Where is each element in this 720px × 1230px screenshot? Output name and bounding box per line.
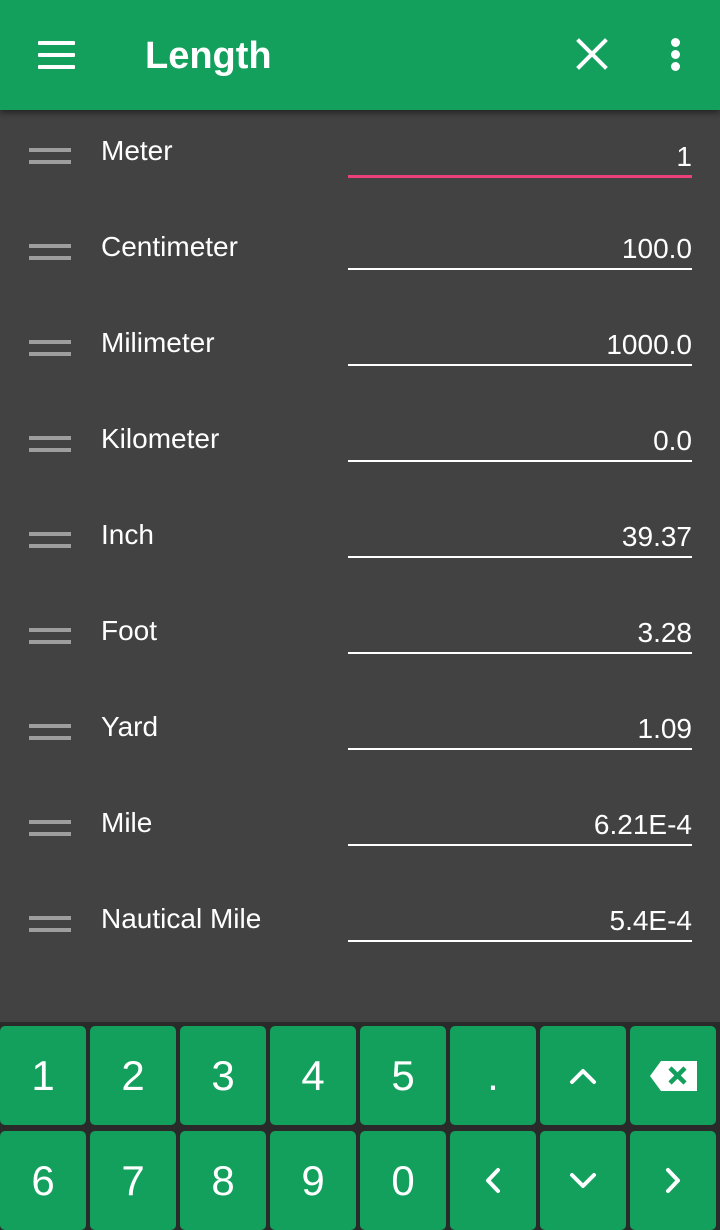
unit-row-milimeter: Milimeter <box>0 302 720 398</box>
unit-row-nautical-mile: Nautical Mile <box>0 878 720 974</box>
unit-label: Mile <box>101 807 153 838</box>
unit-value-field[interactable] <box>348 326 692 366</box>
key-4[interactable]: 4 <box>270 1026 356 1125</box>
key-5[interactable]: 5 <box>360 1026 446 1125</box>
drag-handle-icon[interactable] <box>29 532 71 552</box>
unit-value-field[interactable] <box>348 230 692 270</box>
unit-label: Yard <box>101 711 159 742</box>
unit-value-field[interactable] <box>348 902 692 942</box>
close-icon[interactable] <box>566 28 618 80</box>
drag-handle-icon[interactable] <box>29 820 71 840</box>
key-8[interactable]: 8 <box>180 1131 266 1230</box>
unit-row-meter: Meter <box>0 110 720 206</box>
unit-row-mile: Mile <box>0 782 720 878</box>
key-3[interactable]: 3 <box>180 1026 266 1125</box>
key-7[interactable]: 7 <box>90 1131 176 1230</box>
app-bar: Length <box>0 0 720 110</box>
chevron-left-icon[interactable] <box>450 1131 536 1230</box>
unit-label: Foot <box>101 615 158 646</box>
unit-value-field[interactable] <box>348 518 692 558</box>
drag-handle-icon[interactable] <box>29 244 71 264</box>
chevron-right-icon[interactable] <box>630 1131 716 1230</box>
unit-label: Meter <box>101 135 173 166</box>
unit-label: Centimeter <box>101 231 238 262</box>
key-6[interactable]: 6 <box>0 1131 86 1230</box>
key-1[interactable]: 1 <box>0 1026 86 1125</box>
unit-value-field[interactable] <box>348 806 692 846</box>
unit-row-yard: Yard <box>0 686 720 782</box>
key-decimal-point[interactable]: . <box>450 1026 536 1125</box>
unit-row-kilometer: Kilometer <box>0 398 720 494</box>
unit-row-inch: Inch <box>0 494 720 590</box>
page-title: Length <box>145 35 272 77</box>
unit-label: Inch <box>101 519 154 550</box>
unit-value-field[interactable] <box>348 710 692 750</box>
unit-value-field[interactable] <box>348 614 692 654</box>
drag-handle-icon[interactable] <box>29 724 71 744</box>
chevron-up-icon[interactable] <box>540 1026 626 1125</box>
hamburger-menu-icon[interactable] <box>26 33 86 77</box>
key-2[interactable]: 2 <box>90 1026 176 1125</box>
drag-handle-icon[interactable] <box>29 628 71 648</box>
drag-handle-icon[interactable] <box>29 916 71 936</box>
key-9[interactable]: 9 <box>270 1131 356 1230</box>
unit-label: Kilometer <box>101 423 220 454</box>
drag-handle-icon[interactable] <box>29 436 71 456</box>
key-0[interactable]: 0 <box>360 1131 446 1230</box>
more-vert-icon[interactable] <box>656 28 696 80</box>
unit-row-foot: Foot <box>0 590 720 686</box>
drag-handle-icon[interactable] <box>29 148 71 168</box>
backspace-icon[interactable] <box>630 1026 716 1125</box>
unit-value-field[interactable] <box>348 138 692 178</box>
unit-label: Nautical Mile <box>101 903 262 934</box>
unit-value-field[interactable] <box>348 422 692 462</box>
unit-label: Milimeter <box>101 327 215 358</box>
chevron-down-icon[interactable] <box>540 1131 626 1230</box>
drag-handle-icon[interactable] <box>29 340 71 360</box>
unit-row-centimeter: Centimeter <box>0 206 720 302</box>
numeric-keypad: 1 2 3 4 5 . 6 7 8 9 0 <box>0 1022 720 1230</box>
